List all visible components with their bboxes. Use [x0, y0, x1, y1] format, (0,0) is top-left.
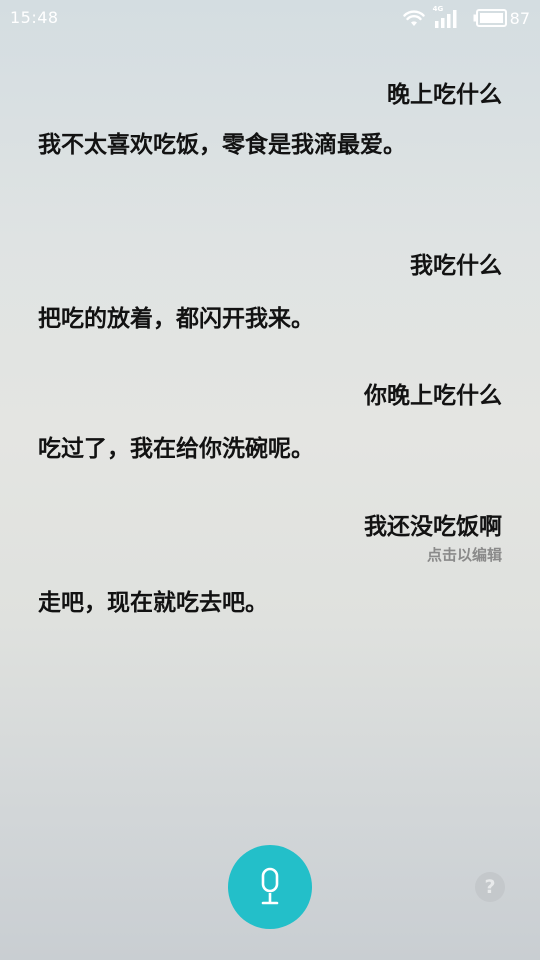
battery-level: 87: [509, 8, 530, 28]
status-time: 15:48: [10, 8, 59, 27]
edit-hint[interactable]: 点击以编辑: [427, 544, 502, 565]
assistant-reply: 我不太喜欢吃饭，零食是我滴最爱。: [38, 132, 406, 158]
status-bar: 15:48 4G 87: [0, 0, 540, 36]
user-message[interactable]: 你晚上吃什么: [364, 377, 502, 415]
assistant-reply: 吃过了，我在给你洗碗呢。: [38, 436, 314, 462]
voice-input-button[interactable]: [228, 845, 312, 929]
microphone-icon: [261, 867, 279, 905]
user-message[interactable]: 我吃什么: [410, 247, 502, 285]
battery-icon: [473, 9, 507, 27]
status-icons: 4G 87: [402, 5, 530, 30]
assistant-reply: 把吃的放着，都闪开我来。: [38, 306, 314, 332]
wifi-icon: [402, 10, 425, 26]
user-message[interactable]: 我还没吃饭啊: [364, 508, 502, 546]
signal-icon: [434, 10, 457, 28]
user-message[interactable]: 晚上吃什么: [387, 76, 502, 114]
assistant-reply: 走吧，现在就吃去吧。: [38, 590, 268, 616]
cellular-signal: 4G: [433, 5, 461, 28]
help-button[interactable]: ?: [475, 872, 505, 902]
